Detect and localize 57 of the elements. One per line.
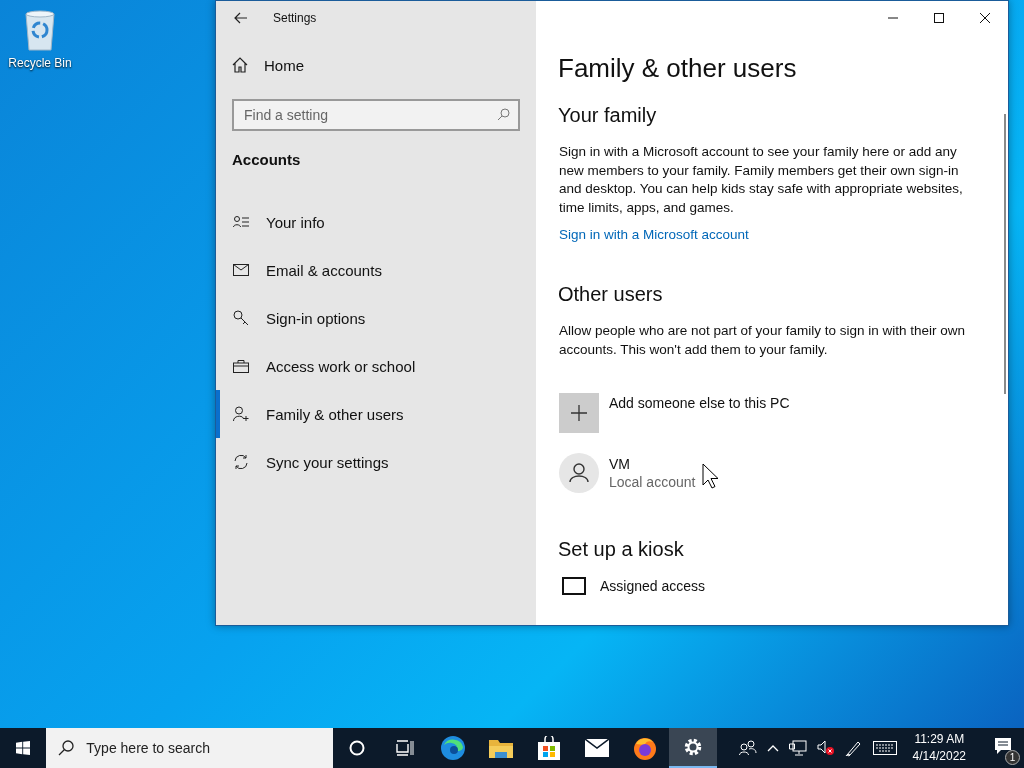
people-icon[interactable] — [738, 740, 757, 756]
key-icon — [232, 310, 250, 326]
section-heading: Accounts — [232, 151, 302, 170]
sign-in-link[interactable]: Sign in with a Microsoft account — [559, 227, 749, 242]
home-nav-item[interactable]: Home — [232, 41, 520, 89]
back-arrow-icon[interactable] — [234, 12, 248, 24]
taskbar-app[interactable] — [668, 728, 717, 768]
taskbar-search-field[interactable]: Type here to search — [46, 728, 333, 768]
search-icon — [58, 740, 75, 756]
plus-icon — [559, 393, 599, 433]
gear-icon — [682, 737, 703, 757]
assigned-access-item[interactable]: Assigned access — [562, 577, 978, 595]
shopping-bag-icon — [537, 736, 560, 760]
home-icon — [232, 57, 248, 73]
sidebar-item[interactable]: Sign-in options — [216, 294, 520, 342]
user-entry[interactable]: VM Local account — [559, 453, 978, 493]
circle-icon — [348, 740, 365, 756]
folder-icon — [488, 738, 513, 758]
description-text: Sign in with a Microsoft account to see your family here or add any new members to your family. Family members get their own sign-in and desktop. You can help kids stay safe with appropriate websites, time limits, apps, and games. — [559, 143, 964, 217]
notification-icon[interactable] — [994, 737, 1012, 755]
sidebar-item[interactable]: Sync your settings — [216, 438, 520, 486]
notification-badge: 1 — [1005, 750, 1020, 765]
search-field[interactable]: Find a setting — [232, 99, 520, 131]
clock[interactable]: 11:29 AM 4/14/2022 — [906, 731, 972, 765]
sidebar-item[interactable]: Family & other users — [216, 390, 520, 438]
chevron-up-icon[interactable] — [766, 744, 779, 752]
section-heading: Other users — [558, 283, 664, 306]
pen-icon[interactable] — [844, 739, 863, 757]
sidebar-item[interactable]: Access work or school — [216, 342, 520, 390]
user-name: VM — [609, 456, 631, 472]
section-heading: Your family — [558, 104, 658, 127]
avatar-icon — [559, 453, 599, 493]
envelope-icon — [232, 264, 250, 276]
desktop-icon-label[interactable]: Recycle Bin — [8, 56, 72, 70]
task-view-icon — [395, 740, 414, 756]
sync-icon — [232, 454, 250, 470]
description-text: Allow people who are not part of your family to sign in with their own accounts. This won't add them to your family. — [559, 322, 966, 359]
briefcase-icon — [232, 359, 250, 373]
network-icon[interactable] — [788, 740, 807, 756]
account-type: Local account — [609, 474, 696, 490]
add-user-button[interactable]: Add someone else to this PC — [559, 393, 978, 433]
scrollbar[interactable] — [1004, 114, 1006, 394]
muted-speaker-icon[interactable] — [816, 740, 835, 756]
section-heading: Set up a kiosk — [558, 538, 685, 561]
sidebar-item[interactable]: Email & accounts — [216, 246, 520, 294]
monitor-icon — [562, 577, 586, 595]
sidebar-item[interactable]: Your info — [216, 198, 520, 246]
search-icon — [497, 108, 510, 121]
page-title: Family & other users — [558, 53, 798, 84]
person-add-icon — [232, 406, 250, 422]
window-title: Settings — [273, 11, 317, 25]
envelope-icon — [584, 739, 609, 757]
edge-browser-icon — [439, 735, 466, 761]
person-list-icon — [232, 215, 250, 229]
cursor-icon — [702, 463, 719, 489]
keyboard-icon[interactable] — [872, 741, 897, 755]
firefox-browser-icon — [632, 736, 657, 760]
